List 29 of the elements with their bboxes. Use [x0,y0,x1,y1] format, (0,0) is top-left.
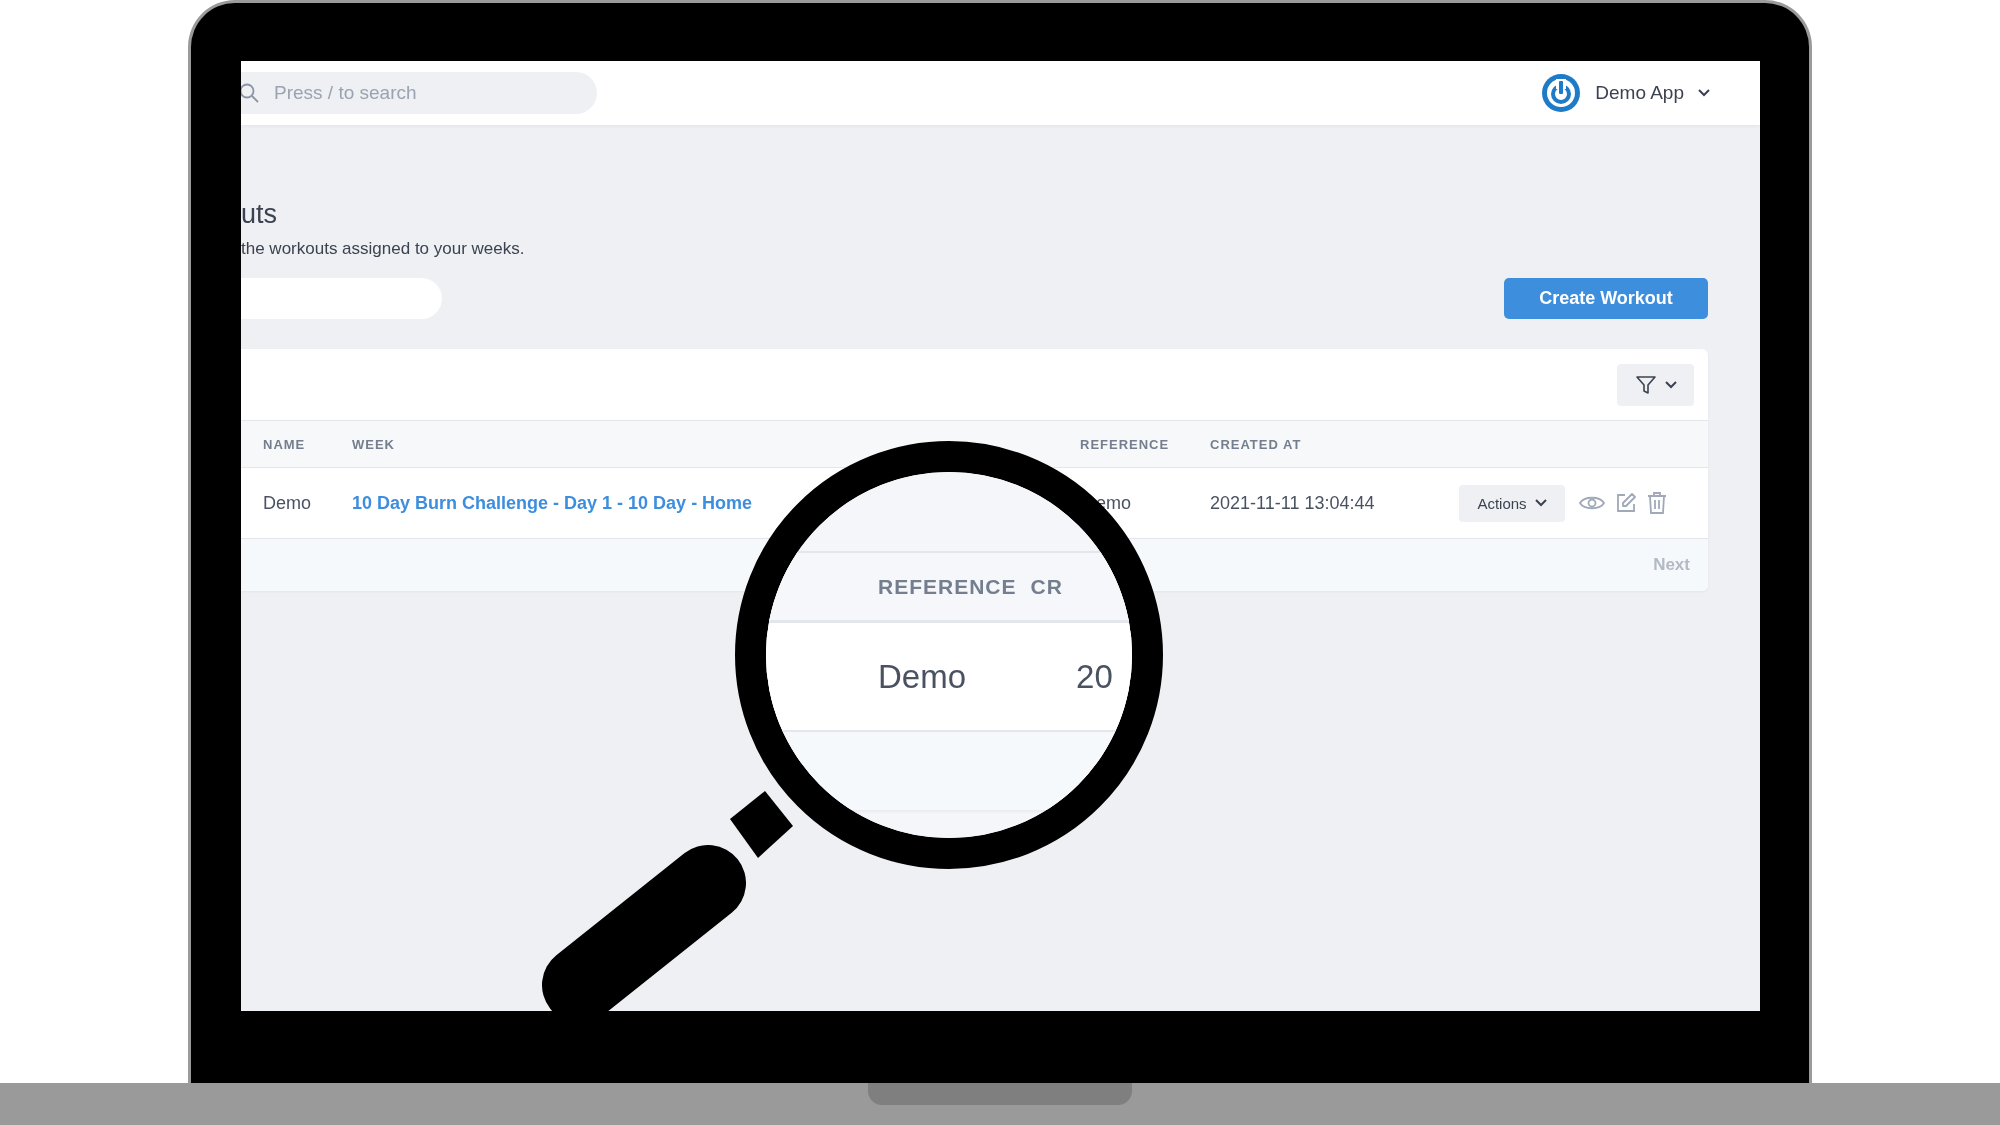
page-title: uts [241,199,279,231]
edit-icon[interactable] [1615,492,1637,514]
actions-dropdown[interactable]: Actions [1459,484,1565,522]
column-header: WEEK [352,436,396,452]
table-cell-text: 2021-11-11 13:04:44 [1210,492,1376,514]
magnifier-collar [730,791,793,858]
table-cell: Demo [878,657,967,696]
filter-button[interactable] [1617,363,1694,406]
page-subtitle: the workouts assigned to your weeks. [241,239,526,259]
chevron-icon [1698,89,1710,97]
search-input[interactable]: Press / to search [272,81,576,105]
create-workout-button[interactable]: Create Workout [1504,278,1708,319]
table-cell-text: Demo [263,492,312,514]
column-header: REFERENCE [878,574,1017,599]
account-menu[interactable]: Demo App [1541,73,1710,113]
filter-icon [1634,373,1657,396]
column-header: NAME [263,436,307,452]
chevron-icon [1664,380,1677,389]
column-header: CR [1030,574,1063,599]
search-icon [241,83,259,103]
power-icon [1541,73,1582,113]
column-header: REFERENCE [1080,436,1171,452]
trash-icon[interactable] [1647,492,1667,514]
chevron-icon [1534,499,1547,507]
search-field[interactable]: Press / to search [241,72,597,114]
filter-field[interactable] [241,278,442,319]
week-link[interactable]: 10 Day Burn Challenge - Day 1 - 10 Day - Home [352,492,753,513]
column-header: CREATED AT [1210,436,1303,452]
table-cell: 20 [1076,657,1113,696]
